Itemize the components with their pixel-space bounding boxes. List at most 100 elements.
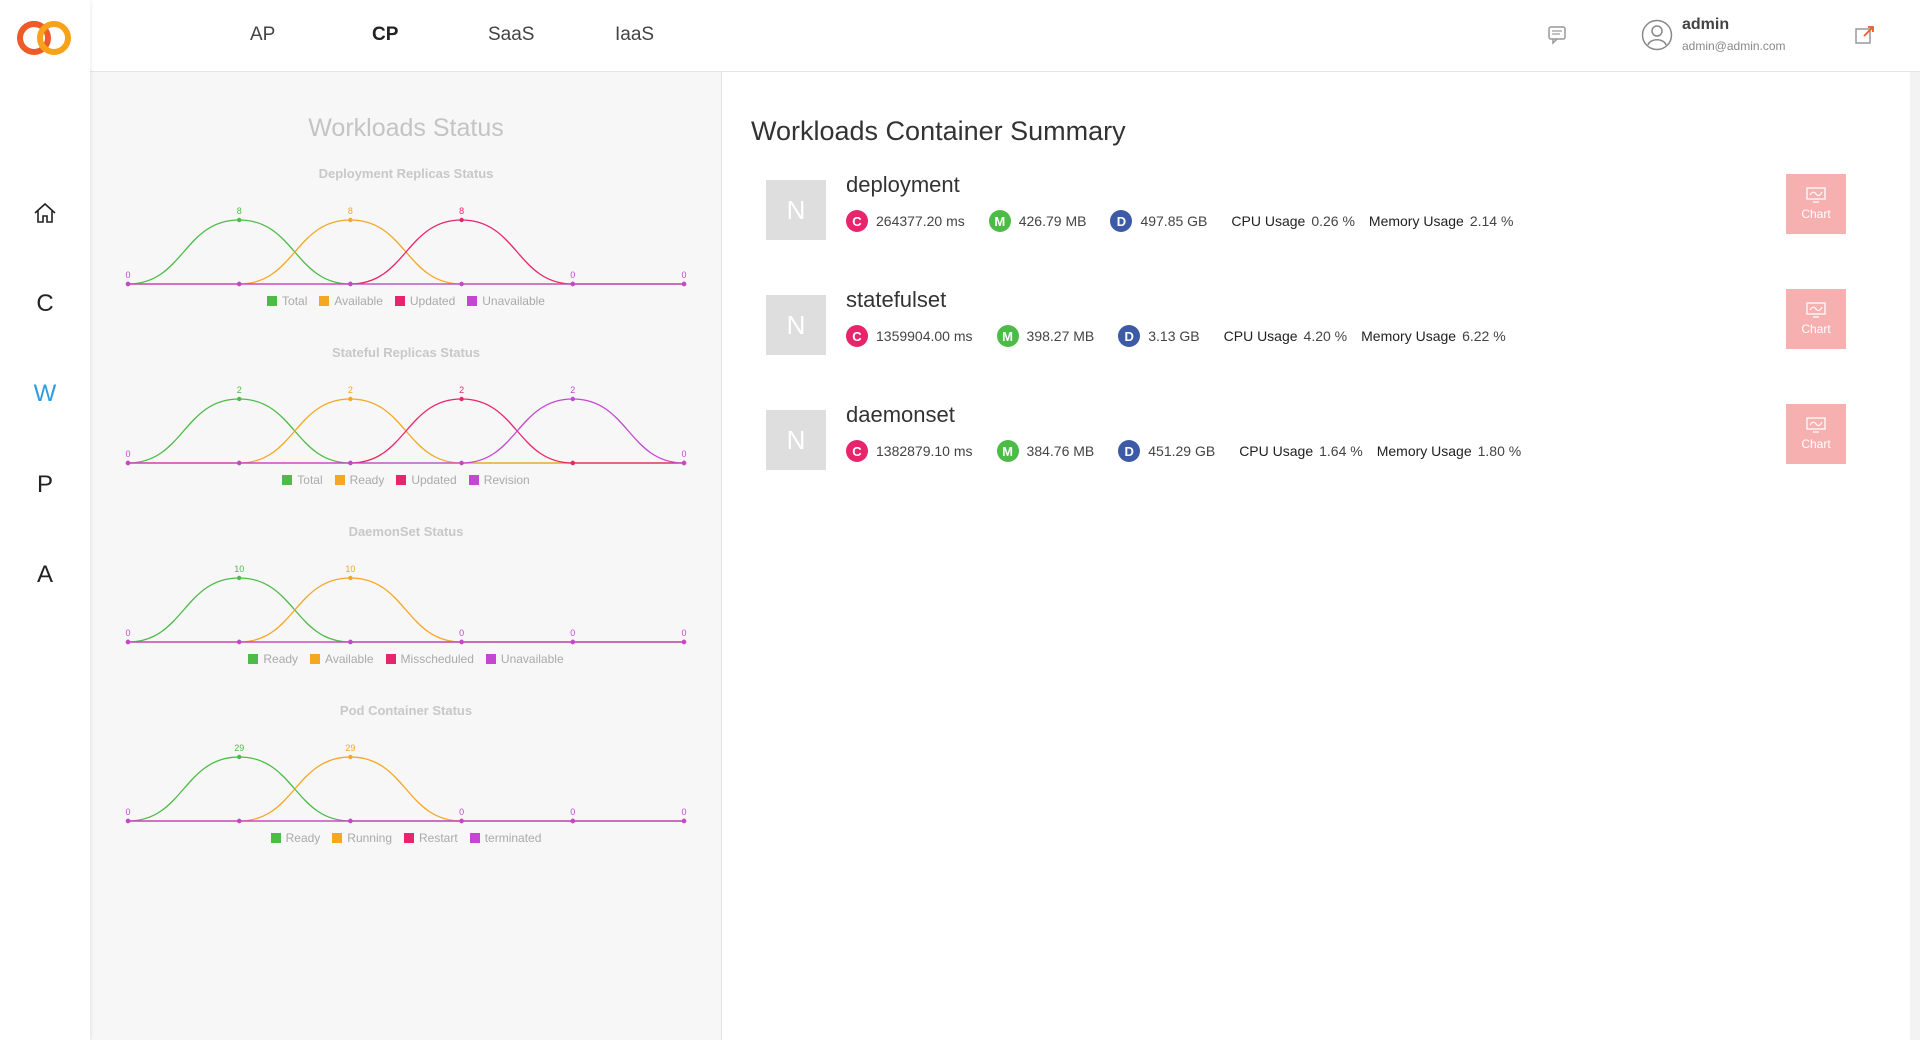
data-point[interactable] (125, 460, 131, 466)
legend-item[interactable]: Available (310, 652, 374, 666)
data-point[interactable] (681, 460, 687, 466)
tab-cp[interactable]: CP (372, 24, 398, 46)
data-point[interactable] (570, 818, 575, 824)
workload-avatar: N (766, 295, 826, 355)
user-avatar-icon[interactable] (1641, 19, 1673, 51)
chart-button-label: Chart (1801, 322, 1831, 336)
disk-metric: D 3.13 GB (1118, 325, 1200, 347)
memory-usage-value: 2.14 % (1469, 213, 1514, 229)
data-point[interactable] (348, 396, 353, 402)
chart-button-label: Chart (1801, 207, 1831, 221)
data-point[interactable] (237, 575, 242, 581)
tab-iaas[interactable]: IaaS (615, 24, 654, 46)
legend-swatch (385, 654, 396, 664)
data-label: 8 (459, 206, 464, 216)
logout-icon[interactable] (1854, 24, 1876, 46)
data-point[interactable] (348, 281, 353, 287)
data-point[interactable] (459, 460, 464, 466)
data-point[interactable] (570, 460, 575, 466)
data-point[interactable] (237, 396, 242, 402)
legend-item[interactable]: Updated (396, 473, 457, 487)
data-point[interactable] (237, 217, 242, 223)
legend-item[interactable]: Running (332, 831, 392, 845)
chart-button[interactable]: Chart (1786, 174, 1846, 234)
nav-item-a[interactable]: A (0, 555, 90, 595)
legend-item[interactable]: Revision (468, 473, 530, 487)
data-point[interactable] (459, 217, 464, 223)
legend-item[interactable]: Ready (270, 831, 320, 845)
data-point[interactable] (348, 639, 353, 645)
data-point[interactable] (348, 575, 353, 581)
workloads-status-panel: Workloads Status Deployment Replicas Sta… (90, 72, 722, 1040)
legend-label: Revision (483, 473, 530, 487)
scrollbar[interactable] (1910, 72, 1920, 1040)
workload-name[interactable]: daemonset (846, 402, 955, 428)
data-point[interactable] (348, 217, 353, 223)
data-point[interactable] (681, 639, 687, 645)
data-point[interactable] (681, 281, 687, 287)
cpu-usage: CPU Usage 0.26 % (1231, 213, 1355, 229)
chart-title: Stateful Replicas Status (331, 345, 481, 360)
data-point[interactable] (570, 281, 575, 287)
tab-saas[interactable]: SaaS (488, 24, 534, 46)
data-point[interactable] (459, 281, 464, 287)
legend-item[interactable]: Restart (404, 831, 458, 845)
memory-usage: Memory Usage 6.22 % (1361, 328, 1506, 344)
brand-logo-icon[interactable] (16, 20, 74, 56)
chart-button[interactable]: Chart (1786, 404, 1846, 464)
cpu-time-metric: C 1359904.00 ms (846, 325, 973, 347)
data-point[interactable] (125, 639, 131, 645)
panel-title: Workloads Status (308, 114, 504, 142)
data-point[interactable] (570, 639, 575, 645)
data-point[interactable] (125, 281, 131, 287)
legend-item[interactable]: Updated (394, 294, 456, 308)
data-point[interactable] (681, 818, 687, 824)
data-point[interactable] (459, 639, 464, 645)
legend-item[interactable]: Unavailable (485, 652, 564, 666)
workload-name[interactable]: statefulset (846, 287, 946, 313)
legend-label: Updated (409, 294, 456, 308)
data-point[interactable] (348, 460, 353, 466)
legend-item[interactable]: terminated (469, 831, 541, 845)
legend-swatch (267, 296, 278, 306)
data-point[interactable] (459, 396, 464, 402)
legend-label: Available (325, 652, 374, 666)
data-point[interactable] (237, 754, 242, 760)
user-name[interactable]: admin (1682, 16, 1729, 34)
legend-item[interactable]: Ready (334, 473, 384, 487)
data-point[interactable] (125, 818, 131, 824)
data-label: 0 (459, 807, 464, 817)
data-point[interactable] (459, 818, 464, 824)
memory-usage-label: Memory Usage (1361, 328, 1457, 344)
chart-legend: Ready Available Misscheduled Unavailable (90, 652, 722, 666)
data-point[interactable] (237, 818, 242, 824)
memory-metric: M 398.27 MB (996, 325, 1095, 347)
memory-value: 398.27 MB (1026, 328, 1095, 344)
message-icon[interactable] (1547, 24, 1569, 46)
workload-name[interactable]: deployment (846, 172, 960, 198)
cpu-usage-label: CPU Usage (1239, 443, 1314, 459)
cpu-usage-label: CPU Usage (1231, 213, 1306, 229)
chart-legend: Total Ready Updated Revision (90, 473, 722, 487)
legend-item[interactable]: Total (267, 294, 307, 308)
legend-item[interactable]: Misscheduled (385, 652, 474, 666)
legend-swatch (310, 654, 321, 664)
nav-item-p[interactable]: P (0, 465, 90, 505)
data-point[interactable] (237, 281, 242, 287)
legend-item[interactable]: Unavailable (467, 294, 545, 308)
nav-item-w[interactable]: W (0, 374, 90, 414)
data-label: 0 (570, 270, 575, 280)
legend-item[interactable]: Ready (248, 652, 298, 666)
tab-ap[interactable]: AP (250, 24, 275, 46)
data-point[interactable] (348, 818, 353, 824)
workload-metrics: C 1382879.10 ms M 384.76 MB D 451.29 GB CPU Us… (846, 440, 1535, 462)
data-point[interactable] (237, 639, 242, 645)
data-point[interactable] (348, 754, 353, 760)
nav-home[interactable] (0, 193, 90, 233)
chart-button[interactable]: Chart (1786, 289, 1846, 349)
data-point[interactable] (570, 396, 575, 402)
nav-item-c[interactable]: C (0, 284, 90, 324)
data-point[interactable] (237, 460, 242, 466)
legend-item[interactable]: Total (282, 473, 323, 487)
legend-item[interactable]: Available (319, 294, 383, 308)
